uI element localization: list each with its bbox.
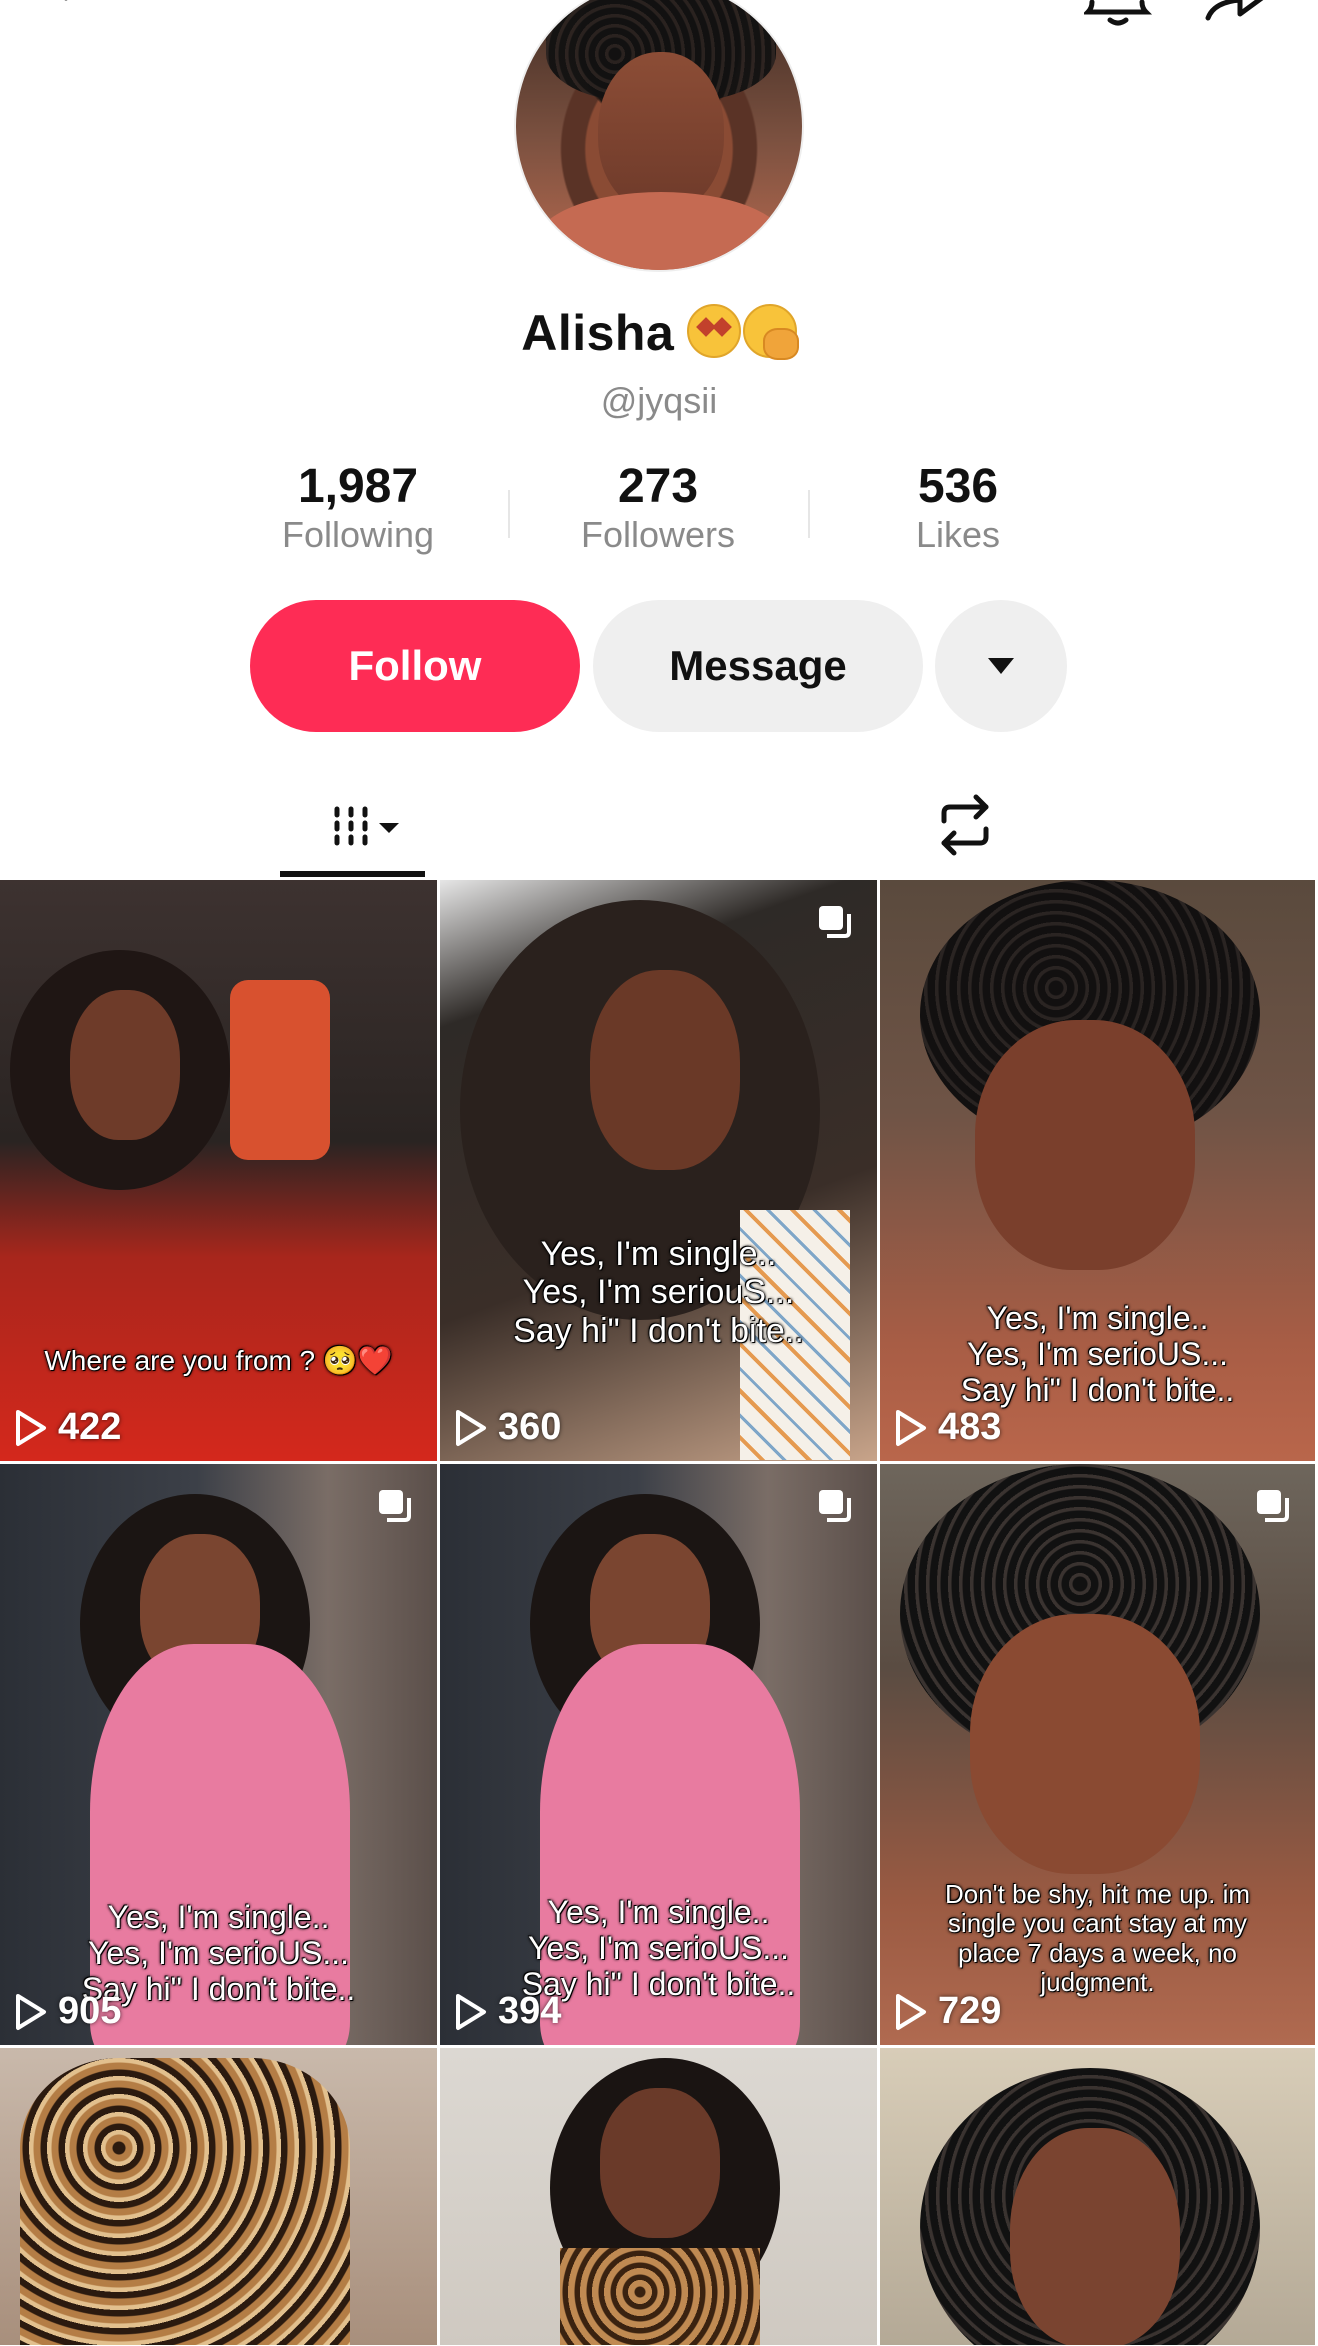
play-icon bbox=[456, 1409, 486, 1446]
multi-photo-icon bbox=[1253, 1486, 1293, 1531]
view-count: 729 bbox=[894, 1990, 1001, 2033]
play-icon bbox=[896, 1993, 926, 2030]
stat-label: Followers bbox=[580, 514, 736, 556]
video-thumbnail[interactable]: Where are you from ? 🥺❤️ 422 bbox=[0, 880, 440, 1464]
stat-followers[interactable]: 273 Followers bbox=[538, 460, 778, 556]
avatar[interactable] bbox=[514, 0, 804, 272]
leopard-top-image bbox=[560, 2248, 760, 2345]
profile-stats: 1,987 Following 273 Followers 536 Likes bbox=[0, 460, 1318, 572]
message-button[interactable]: Message bbox=[593, 600, 923, 732]
stat-label: Following bbox=[281, 514, 435, 556]
thumbnail-face bbox=[970, 1614, 1200, 1874]
video-thumbnail[interactable]: Yes, I'm single.. Yes, I'm seriouS... Sa… bbox=[440, 880, 880, 1464]
view-count: 905 bbox=[14, 1990, 121, 2033]
view-count-value: 360 bbox=[498, 1406, 562, 1448]
play-icon bbox=[456, 1993, 486, 2030]
video-thumbnail[interactable]: Yes, I'm single.. Yes, I'm serioUS... Sa… bbox=[0, 1464, 440, 2048]
video-thumbnail[interactable] bbox=[880, 2048, 1318, 2346]
video-caption: Don't be shy, hit me up. im single you c… bbox=[944, 1879, 1251, 1998]
thumbnail-face bbox=[70, 990, 180, 1140]
thumbnail-face bbox=[1010, 2128, 1180, 2345]
bell-icon[interactable] bbox=[1081, 0, 1154, 31]
view-count-value: 483 bbox=[938, 1406, 1002, 1448]
active-tab-indicator bbox=[280, 871, 425, 877]
view-count-value: 905 bbox=[58, 1990, 122, 2032]
avatar-face bbox=[598, 52, 724, 212]
view-count: 483 bbox=[894, 1406, 1001, 1449]
video-caption: Yes, I'm single.. Yes, I'm serioUS... Sa… bbox=[521, 1894, 796, 2003]
face-with-hand-over-mouth-emoji-icon bbox=[742, 304, 799, 360]
tab-reposts[interactable] bbox=[905, 770, 1025, 880]
grid-icon bbox=[334, 806, 399, 846]
multi-photo-icon bbox=[815, 1486, 855, 1531]
video-caption: Yes, I'm single.. Yes, I'm seriouS... Sa… bbox=[513, 1235, 804, 1350]
play-icon bbox=[16, 1409, 46, 1446]
profile-actions: Follow Message bbox=[0, 600, 1318, 732]
view-count-value: 394 bbox=[498, 1990, 562, 2032]
share-icon[interactable] bbox=[1200, 0, 1280, 29]
view-count-value: 729 bbox=[938, 1990, 1002, 2032]
thumbnail-face bbox=[975, 1020, 1195, 1270]
tab-videos[interactable] bbox=[280, 770, 425, 880]
video-thumbnail[interactable] bbox=[440, 2048, 880, 2346]
thumbnail-face bbox=[590, 970, 740, 1170]
follow-button[interactable]: Follow bbox=[250, 600, 580, 732]
video-caption: Yes, I'm single.. Yes, I'm serioUS... Sa… bbox=[960, 1300, 1235, 1409]
play-icon bbox=[896, 1409, 926, 1446]
stat-value: 536 bbox=[917, 460, 999, 513]
stat-label: Likes bbox=[915, 514, 1001, 556]
play-icon bbox=[16, 1993, 46, 2030]
stat-value: 1,987 bbox=[297, 460, 419, 513]
thumbnail-face bbox=[600, 2088, 720, 2238]
leopard-top-image bbox=[20, 2058, 350, 2345]
video-thumbnail[interactable]: Yes, I'm single.. Yes, I'm serioUS... Sa… bbox=[440, 1464, 880, 2048]
video-thumbnail[interactable]: Yes, I'm single.. Yes, I'm serioUS... Sa… bbox=[880, 880, 1318, 1464]
profile-name: Alisha bbox=[521, 305, 675, 361]
profile-name-row: Alisha bbox=[0, 304, 1318, 362]
view-count: 394 bbox=[454, 1990, 561, 2033]
phone-image bbox=[230, 980, 330, 1160]
back-arrow-icon[interactable] bbox=[48, 0, 98, 23]
stat-divider bbox=[808, 490, 810, 538]
video-thumbnail[interactable]: Don't be shy, hit me up. im single you c… bbox=[880, 1464, 1318, 2048]
view-count-value: 422 bbox=[58, 1406, 122, 1448]
avatar-shirt bbox=[536, 192, 786, 270]
stat-divider bbox=[508, 490, 510, 538]
multi-photo-icon bbox=[815, 902, 855, 947]
content-tabs bbox=[0, 770, 1318, 880]
stat-value: 273 bbox=[617, 460, 699, 513]
video-caption: Where are you from ? 🥺❤️ bbox=[44, 1345, 393, 1376]
video-thumbnail[interactable] bbox=[0, 2048, 440, 2346]
star-struck-emoji-icon bbox=[686, 304, 741, 358]
video-grid: Where are you from ? 🥺❤️ 422 Yes, I'm si… bbox=[0, 880, 1318, 2346]
repost-icon bbox=[941, 794, 989, 856]
multi-photo-icon bbox=[375, 1486, 415, 1531]
stat-likes[interactable]: 536 Likes bbox=[838, 460, 1078, 556]
stat-following[interactable]: 1,987 Following bbox=[238, 460, 478, 556]
view-count: 422 bbox=[14, 1406, 121, 1449]
profile-handle: @jyqsii bbox=[600, 380, 718, 421]
more-options-button[interactable] bbox=[935, 600, 1067, 732]
caret-down-icon bbox=[988, 658, 1014, 674]
view-count: 360 bbox=[454, 1406, 561, 1449]
